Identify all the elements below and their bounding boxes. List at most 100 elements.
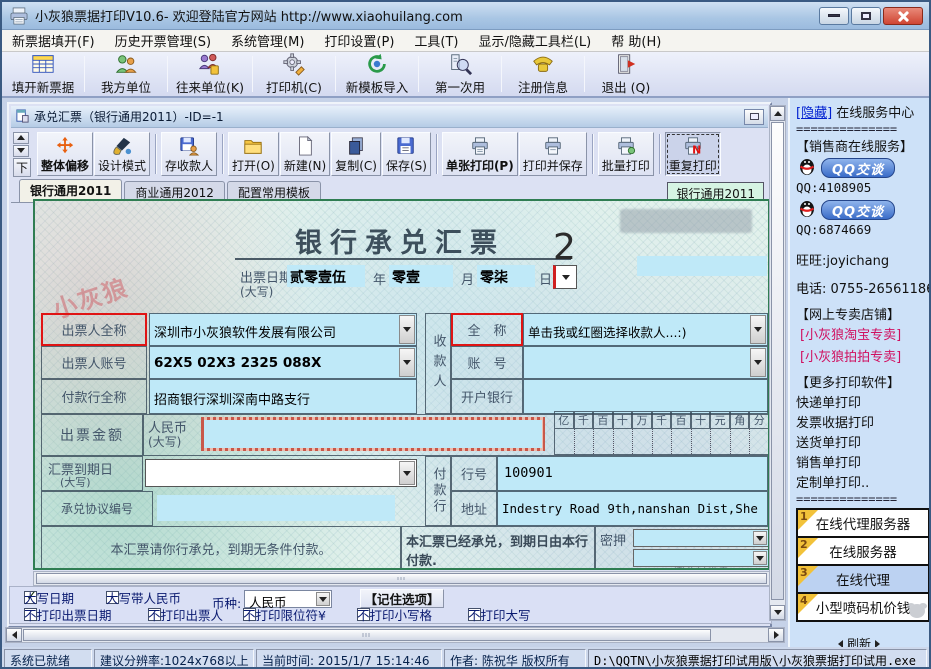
toolbar-new-ticket-button[interactable]: 填开新票据 [4,52,82,96]
due-date-combo[interactable] [145,459,417,487]
scrollbar-thumb[interactable] [771,122,784,600]
top-right-field[interactable] [637,256,767,276]
dropdown-button[interactable] [753,531,767,545]
delivery-print-link[interactable]: 送货单打印 [796,432,861,451]
dropdown-button[interactable] [399,348,415,377]
scrollbar-thumb[interactable] [36,573,767,584]
dropdown-button[interactable] [399,461,415,485]
paipai-shop-link[interactable]: [小灰狼拍拍专卖] [800,346,901,365]
offset-button[interactable]: 整体偏移 [37,132,93,176]
invoice-print-link[interactable]: 发票收据打印 [796,412,874,431]
bill-horizontal-scrollbar[interactable] [33,571,770,586]
qq-chat-button[interactable]: QQ交谈 [821,200,895,220]
copy-button[interactable]: 复制(C) [331,132,381,176]
print-save-button[interactable]: 打印并保存 [519,132,587,176]
drawer-name-combo[interactable]: 深圳市小灰狼软件发展有限公司 [149,313,417,346]
bank-no-field[interactable]: 100901 [497,456,768,491]
address-field[interactable]: Indestry Road 9th,nanshan Dist,She [497,491,768,526]
express-print-link[interactable]: 快递单打印 [796,392,861,411]
date-day-field[interactable]: 零柒 [477,265,535,287]
checkbox-no-print-uppercase[interactable]: 不打印大写 [468,608,481,621]
digit-cell[interactable] [653,429,673,454]
ranked-item-4[interactable]: 4 小型喷码机价钱 [796,592,930,622]
date-year-field[interactable]: 贰零壹伍 [287,265,365,287]
mdi-horizontal-scrollbar[interactable] [5,627,785,643]
menu-tools[interactable]: 工具(T) [414,31,458,50]
batch-print-button[interactable]: 批量打印 [598,132,654,176]
mdi-vertical-scrollbar[interactable] [769,105,786,621]
taobao-shop-link[interactable]: [小灰狼淘宝专卖] [800,324,901,343]
dropdown-button[interactable] [316,592,330,606]
checkbox-uppercase-date[interactable]: 大写日期 [24,591,37,604]
sales-print-link[interactable]: 销售单打印 [796,452,861,471]
digit-cell[interactable] [731,429,751,454]
digit-cell[interactable] [594,429,614,454]
digit-cell[interactable] [633,429,653,454]
dropdown-button[interactable] [399,315,415,344]
day-dropdown[interactable] [553,265,577,289]
menu-print-settings[interactable]: 打印设置(P) [324,31,394,50]
hide-link[interactable]: [隐藏] [796,106,832,121]
checkbox-no-print-drawer[interactable]: 不打印出票人 [148,608,161,621]
new-button[interactable]: 新建(N) [280,132,330,176]
cipher-combo-2[interactable] [633,549,769,567]
minimize-button[interactable] [819,7,849,25]
scrollbar-thumb[interactable] [23,629,711,641]
payee-account-combo[interactable] [523,346,768,379]
scroll-left-button[interactable] [6,628,22,642]
qq-chat-button[interactable]: QQ交谈 [821,158,895,178]
agreement-field[interactable] [157,495,395,521]
restore-button[interactable] [851,7,881,25]
offset-up-button[interactable] [13,132,29,144]
amount-input[interactable] [204,420,542,448]
cipher-combo-1[interactable] [633,529,769,547]
single-print-button[interactable]: 单张打印(P) [442,132,518,176]
offset-down-button[interactable] [13,145,29,157]
menu-help[interactable]: 帮 助(H) [611,31,661,50]
scroll-up-button[interactable] [770,106,785,121]
dropdown-button[interactable] [753,551,767,565]
payer-bank-name-field[interactable]: 招商银行深圳深南中路支行 [149,379,417,414]
digit-cell[interactable] [711,429,731,454]
digit-cell[interactable] [672,429,692,454]
payee-name-combo[interactable]: 单击我或红圈选择收款人...:) [523,313,768,346]
digit-cell[interactable] [750,429,769,454]
menu-new-ticket[interactable]: 新票据填开(F) [12,31,95,50]
toolbar-exit-button[interactable]: 退出 (Q) [587,52,665,96]
dropdown-button[interactable] [750,315,766,344]
scroll-down-button[interactable] [770,605,785,620]
refresh-control[interactable]: 刷新 [838,635,880,647]
toolbar-register-button[interactable]: 注册信息 [504,52,582,96]
toolbar-our-company-button[interactable]: 我方单位 [87,52,165,96]
digit-cell[interactable] [575,429,595,454]
menu-toolbars[interactable]: 显示/隐藏工具栏(L) [478,31,591,50]
ranked-item-3[interactable]: 3 在线代理 [796,564,930,594]
checkbox-no-print-small-grid[interactable]: 不打印小写格 [357,608,370,621]
toolbar-template-import-button[interactable]: 新模板导入 [338,52,416,96]
ranked-item-2[interactable]: 2 在线服务器 [796,536,930,566]
scroll-right-button[interactable] [768,628,784,642]
menu-history[interactable]: 历史开票管理(S) [115,31,211,50]
close-button[interactable] [883,7,923,25]
ranked-item-1[interactable]: 1 在线代理服务器 [796,508,930,538]
repeat-print-button[interactable]: N 重复打印 [665,132,721,176]
drawer-account-combo[interactable]: 62X5 02X3 2325 088X [149,346,417,379]
checkbox-no-print-date[interactable]: 不打印出票日期 [24,608,37,621]
date-month-field[interactable]: 零壹 [389,265,453,287]
design-mode-button[interactable]: 设计模式 [94,132,150,176]
dropdown-button[interactable] [750,348,766,377]
digit-cell[interactable] [614,429,634,454]
down-button[interactable]: 下 [13,158,31,177]
save-button[interactable]: 保存(S) [382,132,431,176]
doc-minimize-button[interactable] [744,109,764,125]
save-payee-button[interactable]: 存收款人 [161,132,217,176]
digit-cell[interactable] [555,429,575,454]
custom-print-link[interactable]: 定制单打印.. [796,472,869,491]
checkbox-no-print-limit-symbol[interactable]: 不打印限位符¥ [243,608,256,621]
payee-bank-field[interactable] [523,379,768,414]
open-button[interactable]: 打开(O) [228,132,279,176]
digit-cell[interactable] [692,429,712,454]
checkbox-uppercase-rmb[interactable]: 大写带人民币 [106,591,119,604]
menu-system[interactable]: 系统管理(M) [231,31,304,50]
toolbar-printer-button[interactable]: 打印机(C) [255,52,333,96]
